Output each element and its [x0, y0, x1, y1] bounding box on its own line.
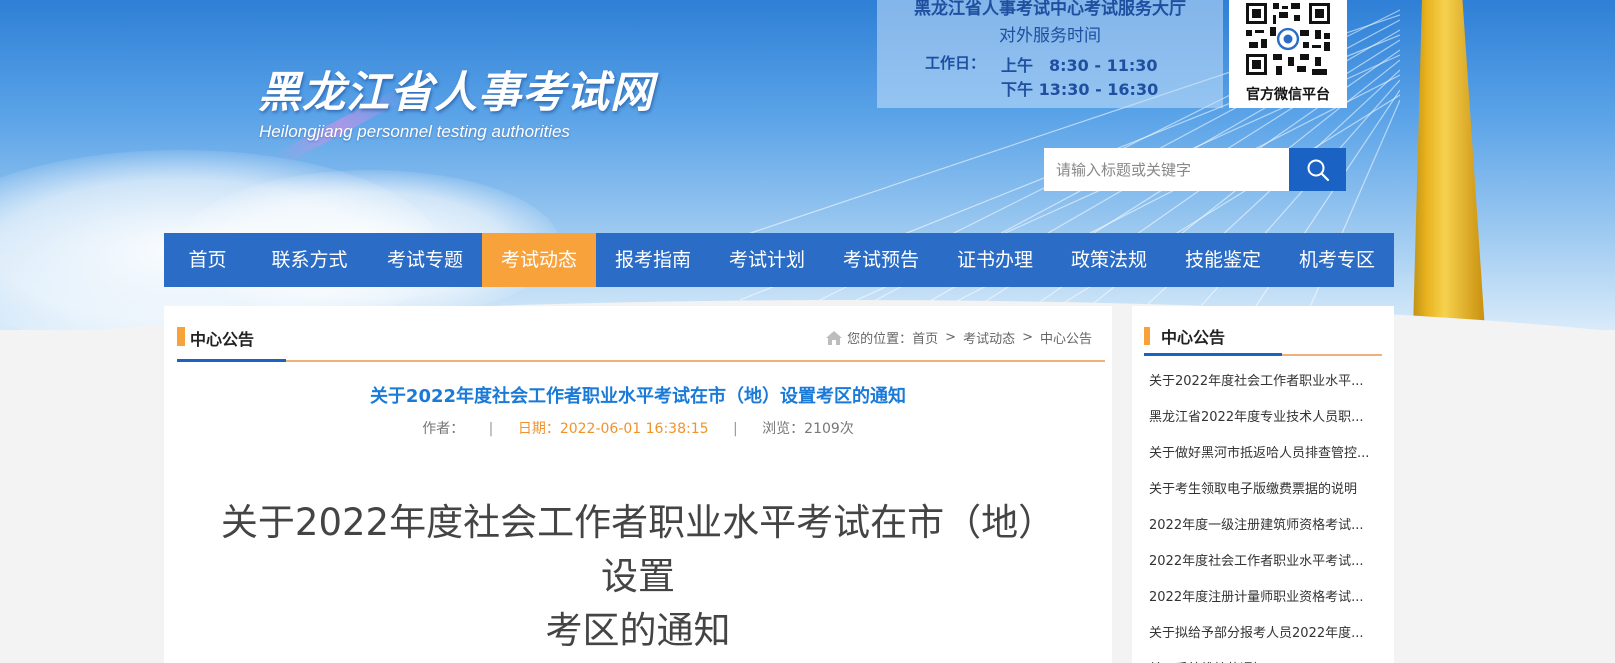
panel-header: 中心公告 您的位置： 首页 > 考试动态 > 中心公告: [177, 322, 1105, 362]
body-title-line-1: 关于2022年度社会工作者职业水平考试在市（地）设置: [220, 501, 1056, 598]
bridge-pylon-decoration: [1413, 0, 1485, 330]
breadcrumb-separator: >: [1022, 330, 1033, 345]
nav-item-computer-exam[interactable]: 机考专区: [1280, 233, 1394, 287]
site-subtitle: Heilongjiang personnel testing authoriti…: [259, 122, 570, 141]
nav-item-exam-preview[interactable]: 考试预告: [824, 233, 938, 287]
announcement-list: 关于2022年度社会工作者职业水平... 黑龙江省2022年度专业技术人员职..…: [1149, 364, 1387, 663]
breadcrumb-exam-news[interactable]: 考试动态: [963, 328, 1015, 347]
list-item[interactable]: 黑龙江省2022年度专业技术人员职...: [1149, 400, 1387, 436]
meta-divider: |: [732, 421, 738, 437]
wechat-qr-panel: 官方微信平台: [1229, 0, 1347, 108]
search-input[interactable]: [1044, 148, 1289, 191]
nav-item-exam-news[interactable]: 考试动态: [482, 233, 596, 287]
nav-item-exam-topics[interactable]: 考试专题: [368, 233, 482, 287]
nav-item-skill-appraisal[interactable]: 技能鉴定: [1166, 233, 1280, 287]
view-count: 浏览：2109次: [762, 421, 854, 437]
list-item[interactable]: 关于系统维护的通知: [1149, 652, 1387, 663]
author-label: 作者：: [422, 421, 465, 437]
main-nav: 首页 联系方式 考试专题 考试动态 报考指南 考试计划 考试预告 证书办理 政策…: [164, 233, 1394, 287]
heading-underline: [1144, 353, 1282, 356]
search-icon: [1307, 159, 1329, 181]
heading-accent-bar: [177, 327, 185, 346]
heading-accent-bar: [1144, 327, 1150, 345]
search-button[interactable]: [1289, 148, 1346, 191]
nav-item-certificates[interactable]: 证书办理: [938, 233, 1052, 287]
breadcrumb-announcements[interactable]: 中心公告: [1040, 328, 1092, 347]
list-item[interactable]: 2022年度社会工作者职业水平考试...: [1149, 544, 1387, 580]
heading-underline: [177, 359, 286, 362]
body-title-line-2: 考区的通知: [545, 609, 731, 652]
list-item[interactable]: 2022年度注册计量师职业资格考试...: [1149, 580, 1387, 616]
article-meta: 作者： | 日期：2022-06-01 16:38:15 | 浏览：2109次: [164, 418, 1112, 438]
panel-heading: 中心公告: [190, 330, 255, 349]
publish-date: 日期：2022-06-01 16:38:15: [517, 421, 709, 437]
breadcrumb-prefix: 您的位置：: [847, 332, 913, 347]
qr-code-icon: [1243, 0, 1333, 78]
site-title: 黑龙江省人事考试网: [258, 68, 654, 118]
breadcrumb-separator: >: [945, 330, 957, 345]
service-hours-panel: 黑龙江省人事考试中心考试服务大厅 对外服务时间 工作日： 上午 8:30 - 1…: [877, 0, 1223, 108]
list-item[interactable]: 2022年度一级注册建筑师资格考试...: [1149, 508, 1387, 544]
article-title: 关于2022年度社会工作者职业水平考试在市（地）设置考区的通知: [369, 386, 907, 407]
breadcrumb: 您的位置： 首页 > 考试动态 > 中心公告: [825, 328, 1092, 347]
service-hall-title: 黑龙江省人事考试中心考试服务大厅: [914, 0, 1186, 19]
nav-item-policies[interactable]: 政策法规: [1052, 233, 1166, 287]
afternoon-hours: 下午 13:30 - 16:30: [1001, 80, 1159, 99]
nav-item-home[interactable]: 首页: [164, 233, 251, 287]
nav-item-registration-guide[interactable]: 报考指南: [596, 233, 710, 287]
list-item[interactable]: 关于做好黑河市抵返哈人员排查管控...: [1149, 436, 1387, 472]
sidebar-heading: 中心公告: [1161, 328, 1226, 347]
article-panel: 中心公告 您的位置： 首页 > 考试动态 > 中心公告 关于2022年度社会工作…: [164, 306, 1112, 663]
article-body-title: 关于2022年度社会工作者职业水平考试在市（地）设置 考区的通知: [204, 496, 1072, 658]
nav-item-contact[interactable]: 联系方式: [251, 233, 368, 287]
meta-divider: |: [488, 421, 494, 437]
wechat-platform-label: 官方微信平台: [1246, 87, 1330, 103]
sidebar-header: 中心公告: [1144, 318, 1382, 356]
workday-label: 工作日：: [925, 54, 986, 72]
nav-item-exam-plan[interactable]: 考试计划: [710, 233, 824, 287]
announcements-sidebar: 中心公告 关于2022年度社会工作者职业水平... 黑龙江省2022年度专业技术…: [1132, 306, 1394, 663]
home-icon: [826, 330, 843, 345]
list-item[interactable]: 关于考生领取电子版缴费票据的说明: [1149, 472, 1387, 508]
list-item[interactable]: 关于拟给予部分报考人员2022年度...: [1149, 616, 1387, 652]
service-hours-title: 对外服务时间: [999, 26, 1101, 46]
morning-hours: 上午 8:30 - 11:30: [1001, 56, 1158, 75]
breadcrumb-home[interactable]: 首页: [912, 328, 938, 347]
list-item[interactable]: 关于2022年度社会工作者职业水平...: [1149, 364, 1387, 400]
